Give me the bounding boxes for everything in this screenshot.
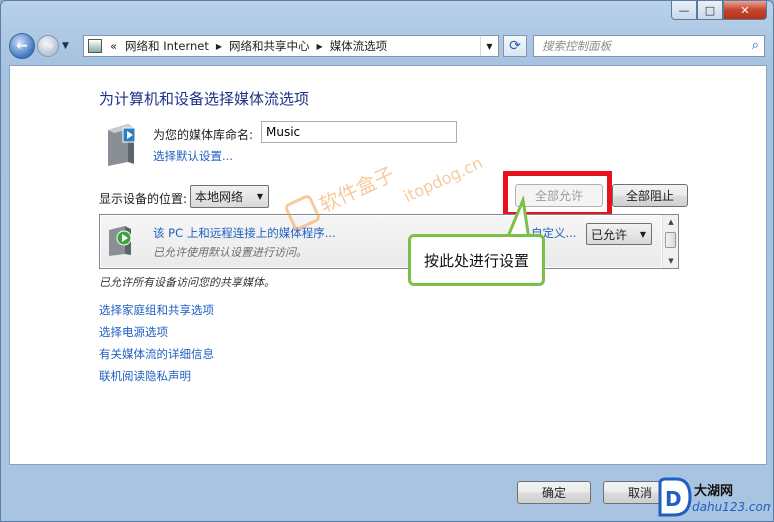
- control-panel-icon: [88, 39, 102, 53]
- program-description: 已允许使用默认设置进行访问。: [153, 246, 307, 259]
- choose-defaults-link[interactable]: 选择默认设置...: [153, 148, 233, 164]
- program-title-link[interactable]: 该 PC 上和远程连接上的媒体程序...: [153, 225, 336, 241]
- scroll-thumb[interactable]: [665, 232, 676, 248]
- annotation-callout: 按此处进行设置: [408, 234, 545, 286]
- breadcrumb-separator-icon[interactable]: ▶: [213, 42, 225, 51]
- breadcrumb-separator-icon[interactable]: ▶: [314, 42, 326, 51]
- breadcrumb-media-streaming[interactable]: 媒体流选项: [326, 38, 392, 54]
- scroll-down-icon[interactable]: ▼: [663, 254, 679, 268]
- homegroup-sharing-link[interactable]: 选择家庭组和共享选项: [99, 302, 214, 318]
- recent-pages-dropdown[interactable]: ▼: [62, 41, 69, 51]
- address-overflow[interactable]: «: [106, 39, 121, 53]
- related-links: 选择家庭组和共享选项 选择电源选项 有关媒体流的详细信息 联机阅读隐私声明: [99, 302, 214, 384]
- watermark-line-1: 软件盒子: [315, 162, 398, 218]
- library-name-label: 为您的媒体库命名:: [153, 128, 254, 142]
- library-name-input[interactable]: [261, 121, 457, 143]
- program-list-scrollbar[interactable]: ▲ ▼: [662, 215, 678, 268]
- chevron-down-icon: ▼: [256, 192, 263, 201]
- search-placeholder: 搜索控制面板: [542, 39, 611, 53]
- sharing-status-text: 已允许所有设备访问您的共享媒体。: [99, 276, 275, 289]
- page-title: 为计算机和设备选择媒体流选项: [99, 90, 310, 108]
- close-button[interactable]: ✕: [723, 1, 767, 20]
- media-library-icon: [108, 124, 136, 166]
- device-location-label: 显示设备的位置:: [99, 192, 188, 206]
- navigation-bar: ← → ▼ « 网络和 Internet ▶ 网络和共享中心 ▶ 媒体流选项 ▼…: [9, 31, 765, 61]
- logo-brand: 大湖网: [694, 483, 733, 499]
- list-item[interactable]: 该 PC 上和远程连接上的媒体程序... 已允许使用默认设置进行访问。 自定义.…: [101, 216, 661, 267]
- refresh-button[interactable]: ⟳: [503, 35, 527, 57]
- breadcrumb-network-sharing-center[interactable]: 网络和共享中心: [225, 38, 314, 54]
- logo-letter: D: [665, 487, 682, 511]
- back-arrow-icon: ←: [16, 38, 28, 54]
- device-location-value: 本地网络: [195, 190, 244, 204]
- back-button[interactable]: ←: [9, 33, 35, 59]
- site-logo: D 大湖网 dahu123.com: [658, 477, 771, 517]
- scroll-up-icon[interactable]: ▲: [663, 215, 679, 229]
- window-frame: — □ ✕ ← → ▼ « 网络和 Internet ▶ 网络和共享中心 ▶ 媒…: [0, 0, 774, 522]
- forward-button[interactable]: →: [37, 35, 59, 57]
- forward-arrow-icon: →: [42, 38, 54, 54]
- media-streaming-info-link[interactable]: 有关媒体流的详细信息: [99, 346, 214, 362]
- search-icon[interactable]: ⌕: [752, 38, 759, 53]
- address-bar[interactable]: « 网络和 Internet ▶ 网络和共享中心 ▶ 媒体流选项 ▼: [83, 35, 499, 57]
- content-pane: 为计算机和设备选择媒体流选项 为您的媒体库命名: 选择默认设置... 显示设备的…: [9, 65, 767, 465]
- breadcrumb-network-internet[interactable]: 网络和 Internet: [121, 38, 213, 54]
- media-program-icon: [109, 226, 132, 256]
- minimize-button[interactable]: —: [671, 1, 697, 20]
- dialog-footer: 确定 取消: [9, 467, 767, 517]
- search-box[interactable]: 搜索控制面板 ⌕: [533, 35, 765, 57]
- device-location-select[interactable]: 本地网络 ▼: [190, 185, 269, 208]
- program-access-value: 已允许: [591, 227, 628, 242]
- power-options-link[interactable]: 选择电源选项: [99, 324, 214, 340]
- chevron-down-icon: ▼: [639, 229, 646, 239]
- ok-button[interactable]: 确定: [517, 481, 591, 504]
- block-all-button[interactable]: 全部阻止: [612, 184, 688, 207]
- watermark-line-2: itopdog.cn: [401, 153, 486, 206]
- program-list: 该 PC 上和远程连接上的媒体程序... 已允许使用默认设置进行访问。 自定义.…: [99, 214, 679, 269]
- privacy-statement-link[interactable]: 联机阅读隐私声明: [99, 368, 214, 384]
- caption-buttons: — □ ✕: [671, 1, 767, 20]
- logo-site: dahu123.com: [692, 500, 771, 514]
- program-access-select[interactable]: 已允许 ▼: [586, 223, 652, 245]
- maximize-button[interactable]: □: [697, 1, 723, 20]
- refresh-icon: ⟳: [509, 38, 521, 54]
- address-dropdown-icon[interactable]: ▼: [480, 36, 498, 56]
